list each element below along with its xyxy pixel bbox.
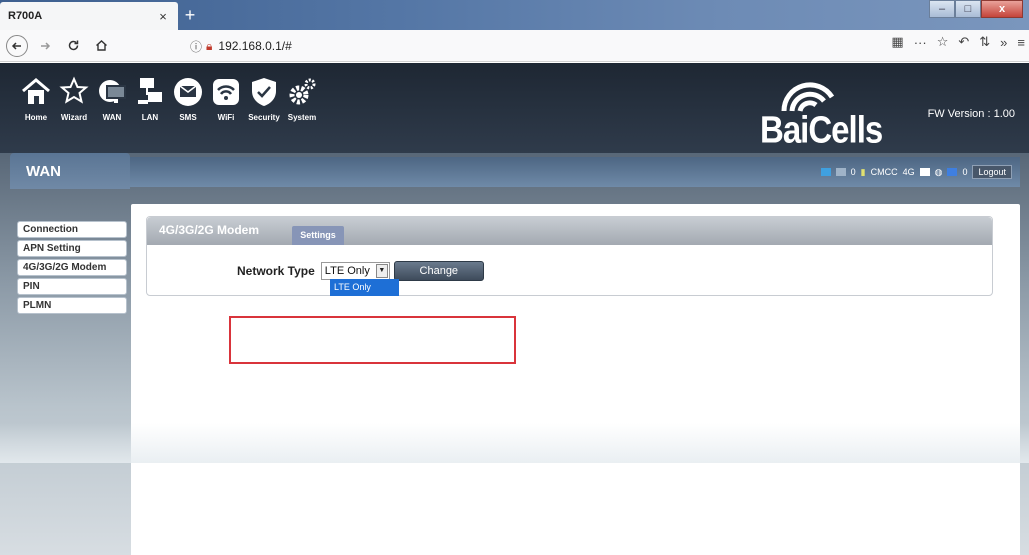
forward-arrow-icon[interactable]: [34, 35, 56, 57]
status-indicators: 0 ▮ CMCC 4G ◍ 0 Logout: [820, 165, 1012, 179]
home-browser-icon[interactable]: [90, 35, 112, 57]
info-icon[interactable]: ⓘ: [190, 38, 202, 55]
wan-icon: [95, 75, 129, 109]
router-page: Home Wizard WAN LAN SMS WiFi Security Sy…: [0, 63, 1029, 555]
network-type-row: Network Type LTE Only ▼ Change: [237, 261, 484, 281]
window-controls: – □ x: [929, 0, 1023, 20]
panel-header: 4G/3G/2G Modem Settings: [147, 217, 992, 245]
network-type: 4G: [902, 167, 915, 177]
security-icon: [247, 75, 281, 109]
globe-icon: ◍: [934, 166, 943, 177]
sidebar-item-pin[interactable]: PIN: [17, 278, 127, 295]
dropdown-option-lte-only[interactable]: LTE Only: [330, 279, 399, 296]
section-title-box: WAN: [10, 153, 130, 189]
change-button[interactable]: Change: [393, 261, 484, 281]
brand-name: BaiCells: [760, 108, 883, 151]
sidebar: Connection APN Setting 4G/3G/2G Modem PI…: [17, 221, 127, 316]
chevron-down-icon[interactable]: ▼: [375, 264, 388, 278]
menu-home[interactable]: Home: [18, 75, 54, 122]
main-menu: Home Wizard WAN LAN SMS WiFi Security Sy…: [18, 75, 322, 122]
lan-icon: [133, 75, 167, 109]
close-tab-icon[interactable]: ×: [156, 9, 170, 24]
menu-lan[interactable]: LAN: [132, 75, 168, 122]
tab-title: R700A: [8, 10, 43, 22]
more-icon[interactable]: ···: [914, 35, 927, 50]
menu-system[interactable]: System: [284, 75, 320, 122]
browser-toolbar-right: ▦ ··· ☆ ↶ ⇅ » ≡: [891, 34, 1025, 50]
sidebar-item-connection[interactable]: Connection: [17, 221, 127, 238]
menu-wan[interactable]: WAN: [94, 75, 130, 122]
wifi-icon: [209, 75, 243, 109]
back-arrow-icon[interactable]: [6, 34, 28, 57]
home-icon: [19, 75, 53, 109]
sim-icon: [820, 168, 831, 176]
address-bar[interactable]: ⓘ 🔒︎ 192.168.0.1/#: [190, 33, 840, 59]
signal-icon: ▮: [860, 166, 866, 177]
menu-wizard[interactable]: Wizard: [56, 75, 92, 122]
reload-icon[interactable]: [62, 35, 84, 57]
sms-status-icon: [835, 168, 846, 176]
roaming-icon: [919, 168, 930, 176]
sync-icon[interactable]: ⇅: [979, 34, 990, 50]
wifi-clients-count: 0: [962, 167, 968, 177]
sidebar-item-apn-setting[interactable]: APN Setting: [17, 240, 127, 257]
network-type-select[interactable]: LTE Only ▼: [320, 262, 390, 280]
window-close-button[interactable]: x: [981, 0, 1023, 18]
browser-tab[interactable]: R700A ×: [0, 2, 178, 30]
menu-wifi[interactable]: WiFi: [208, 75, 244, 122]
sidebar-item-plmn[interactable]: PLMN: [17, 297, 127, 314]
overflow-icon[interactable]: »: [1000, 35, 1007, 50]
browser-nav-bar: ⓘ 🔒︎ 192.168.0.1/# ▦ ··· ☆ ↶ ⇅ » ≡: [0, 30, 1029, 62]
baicells-logo: BaiCells: [760, 75, 910, 151]
network-type-label: Network Type: [237, 264, 315, 278]
highlight-box: [229, 316, 516, 364]
router-header: Home Wizard WAN LAN SMS WiFi Security Sy…: [0, 63, 1029, 153]
insecure-lock-icon[interactable]: 🔒︎: [206, 39, 212, 54]
section-title: WAN: [26, 163, 61, 180]
sidebar-item-modem[interactable]: 4G/3G/2G Modem: [17, 259, 127, 276]
qr-icon[interactable]: ▦: [891, 34, 903, 50]
minimize-button[interactable]: –: [929, 0, 955, 18]
firmware-version: FW Version : 1.00: [927, 108, 1015, 120]
menu-sms[interactable]: SMS: [170, 75, 206, 122]
menu-security[interactable]: Security: [246, 75, 282, 122]
panel-title: 4G/3G/2G Modem: [159, 223, 260, 237]
content-area: 4G/3G/2G Modem Settings Network Type LTE…: [131, 204, 1020, 555]
logout-button[interactable]: Logout: [972, 165, 1012, 179]
system-icon: [285, 75, 319, 109]
modem-panel: 4G/3G/2G Modem Settings Network Type LTE…: [146, 216, 993, 296]
carrier-name: CMCC: [870, 167, 898, 177]
wifi-clients-icon: [947, 168, 958, 176]
maximize-button[interactable]: □: [955, 0, 981, 18]
tab-settings[interactable]: Settings: [292, 226, 344, 245]
url-text: 192.168.0.1/#: [218, 39, 292, 53]
bookmark-star-icon[interactable]: ☆: [937, 34, 949, 50]
wizard-icon: [57, 75, 91, 109]
network-type-value: LTE Only: [324, 265, 370, 277]
sms-count: 0: [850, 167, 856, 177]
menu-icon[interactable]: ≡: [1017, 35, 1025, 50]
new-tab-button[interactable]: +: [180, 4, 200, 26]
browser-tab-bar: R700A × + – □ x: [0, 0, 1029, 30]
sms-icon: [171, 75, 205, 109]
undo-icon[interactable]: ↶: [958, 34, 969, 50]
status-bar: 0 ▮ CMCC 4G ◍ 0 Logout: [130, 157, 1020, 187]
